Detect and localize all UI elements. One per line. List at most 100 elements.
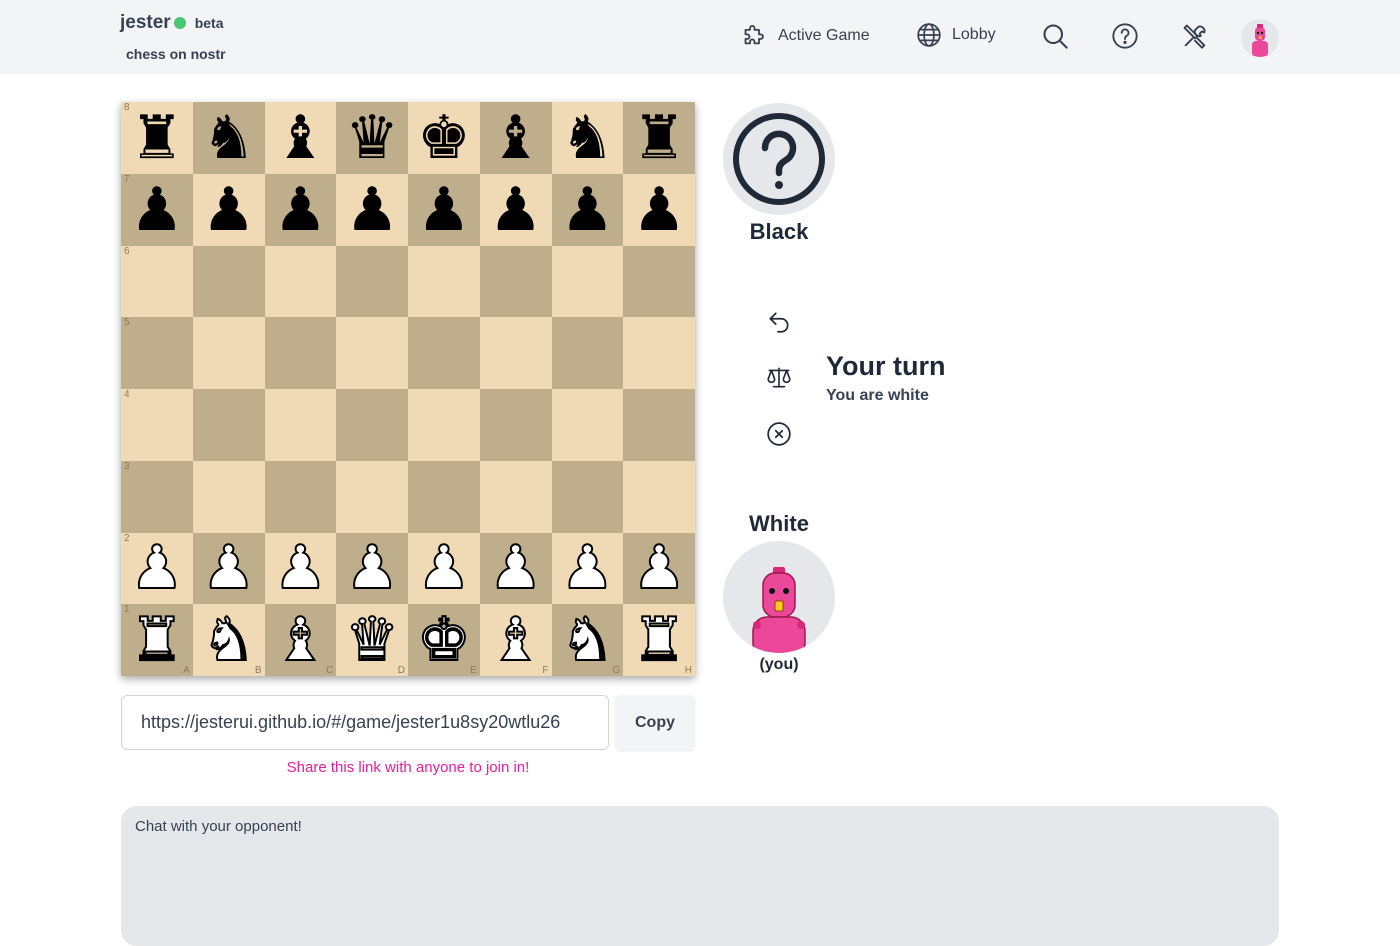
square-e4[interactable] — [408, 389, 480, 461]
square-g5[interactable] — [551, 317, 624, 389]
square-b2[interactable]: ♟ — [192, 532, 265, 605]
square-c6[interactable] — [264, 245, 337, 318]
white-pawn-icon[interactable]: ♟ — [488, 537, 544, 599]
black-pawn-icon[interactable]: ♟ — [560, 180, 614, 240]
square-d6[interactable] — [336, 245, 408, 318]
square-f1[interactable]: F ♝ — [479, 604, 552, 676]
white-pawn-icon[interactable]: ♟ — [559, 537, 615, 599]
square-h6[interactable] — [623, 245, 695, 318]
white-queen-icon[interactable]: ♛ — [344, 609, 400, 671]
square-d2[interactable]: ♟ — [336, 532, 408, 605]
white-knight-icon[interactable]: ♞ — [201, 609, 257, 671]
square-e3[interactable] — [408, 460, 480, 533]
undo-icon[interactable] — [766, 309, 792, 335]
black-bishop-icon[interactable]: ♝ — [489, 108, 543, 168]
square-h8[interactable]: ♜ — [623, 102, 695, 174]
square-e6[interactable] — [408, 245, 480, 318]
square-h4[interactable] — [623, 389, 695, 461]
square-c4[interactable] — [264, 389, 337, 461]
square-c2[interactable]: ♟ — [264, 532, 337, 605]
white-pawn-icon[interactable]: ♟ — [344, 537, 400, 599]
square-h3[interactable] — [623, 460, 695, 533]
square-b1[interactable]: B ♞ — [192, 604, 265, 676]
resign-icon[interactable] — [766, 421, 792, 447]
help-icon[interactable] — [1111, 22, 1139, 50]
white-pawn-icon[interactable]: ♟ — [631, 537, 687, 599]
chat-box[interactable]: Chat with your opponent! — [121, 806, 1279, 946]
black-pawn-icon[interactable]: ♟ — [632, 180, 686, 240]
search-icon[interactable] — [1041, 22, 1069, 50]
square-d1[interactable]: D ♛ — [336, 604, 408, 676]
copy-button[interactable]: Copy — [615, 695, 695, 750]
square-d3[interactable] — [336, 460, 408, 533]
square-a1[interactable]: 1 A ♜ — [121, 604, 193, 676]
black-knight-icon[interactable]: ♞ — [560, 108, 614, 168]
white-pawn-icon[interactable]: ♟ — [272, 537, 328, 599]
square-b3[interactable] — [192, 460, 265, 533]
square-e7[interactable]: ♟ — [408, 173, 480, 246]
square-a6[interactable]: 6 — [121, 245, 193, 318]
square-a3[interactable]: 3 — [121, 460, 193, 533]
square-d8[interactable]: ♛ — [336, 102, 408, 174]
game-link-input[interactable] — [121, 695, 609, 750]
square-f6[interactable] — [479, 245, 552, 318]
square-g4[interactable] — [551, 389, 624, 461]
black-pawn-icon[interactable]: ♟ — [417, 180, 471, 240]
square-b6[interactable] — [192, 245, 265, 318]
square-h7[interactable]: ♟ — [623, 173, 695, 246]
white-rook-icon[interactable]: ♜ — [631, 609, 687, 671]
brand[interactable]: jester beta chess on nostr — [120, 12, 226, 62]
square-f8[interactable]: ♝ — [479, 102, 552, 174]
square-f7[interactable]: ♟ — [479, 173, 552, 246]
nav-lobby[interactable]: Lobby — [916, 22, 996, 48]
square-e5[interactable] — [408, 317, 480, 389]
square-g8[interactable]: ♞ — [551, 102, 624, 174]
black-rook-icon[interactable]: ♜ — [632, 108, 686, 168]
square-a2[interactable]: 2 ♟ — [121, 532, 193, 605]
black-pawn-icon[interactable]: ♟ — [273, 180, 327, 240]
square-g6[interactable] — [551, 245, 624, 318]
square-e1[interactable]: E ♚ — [408, 604, 480, 676]
square-d4[interactable] — [336, 389, 408, 461]
square-e2[interactable]: ♟ — [408, 532, 480, 605]
square-a5[interactable]: 5 — [121, 317, 193, 389]
white-pawn-icon[interactable]: ♟ — [201, 537, 257, 599]
balance-icon[interactable] — [766, 365, 792, 391]
black-knight-icon[interactable]: ♞ — [202, 108, 256, 168]
square-e8[interactable]: ♚ — [408, 102, 480, 174]
square-a7[interactable]: 7 ♟ — [121, 173, 193, 246]
square-h1[interactable]: H ♜ — [623, 604, 695, 676]
white-king-icon[interactable]: ♚ — [416, 609, 472, 671]
square-a8[interactable]: 8 ♜ — [121, 102, 193, 174]
square-b8[interactable]: ♞ — [192, 102, 265, 174]
square-g7[interactable]: ♟ — [551, 173, 624, 246]
white-pawn-icon[interactable]: ♟ — [129, 537, 185, 599]
nav-active-game[interactable]: Active Game — [741, 22, 870, 49]
square-d5[interactable] — [336, 317, 408, 389]
black-queen-icon[interactable]: ♛ — [345, 108, 399, 168]
square-f5[interactable] — [479, 317, 552, 389]
square-f4[interactable] — [479, 389, 552, 461]
white-bishop-icon[interactable]: ♝ — [488, 609, 544, 671]
square-b4[interactable] — [192, 389, 265, 461]
white-bishop-icon[interactable]: ♝ — [272, 609, 328, 671]
black-pawn-icon[interactable]: ♟ — [345, 180, 399, 240]
square-b7[interactable]: ♟ — [192, 173, 265, 246]
black-pawn-icon[interactable]: ♟ — [489, 180, 543, 240]
user-avatar[interactable] — [1241, 19, 1279, 57]
square-g1[interactable]: G ♞ — [551, 604, 624, 676]
black-king-icon[interactable]: ♚ — [417, 108, 471, 168]
white-pawn-icon[interactable]: ♟ — [416, 537, 472, 599]
square-c3[interactable] — [264, 460, 337, 533]
square-c8[interactable]: ♝ — [264, 102, 337, 174]
black-pawn-icon[interactable]: ♟ — [202, 180, 256, 240]
square-c1[interactable]: C ♝ — [264, 604, 337, 676]
black-rook-icon[interactable]: ♜ — [130, 108, 184, 168]
square-f3[interactable] — [479, 460, 552, 533]
square-a4[interactable]: 4 — [121, 389, 193, 461]
square-h2[interactable]: ♟ — [623, 532, 695, 605]
black-pawn-icon[interactable]: ♟ — [130, 180, 184, 240]
square-c5[interactable] — [264, 317, 337, 389]
white-knight-icon[interactable]: ♞ — [559, 609, 615, 671]
square-b5[interactable] — [192, 317, 265, 389]
